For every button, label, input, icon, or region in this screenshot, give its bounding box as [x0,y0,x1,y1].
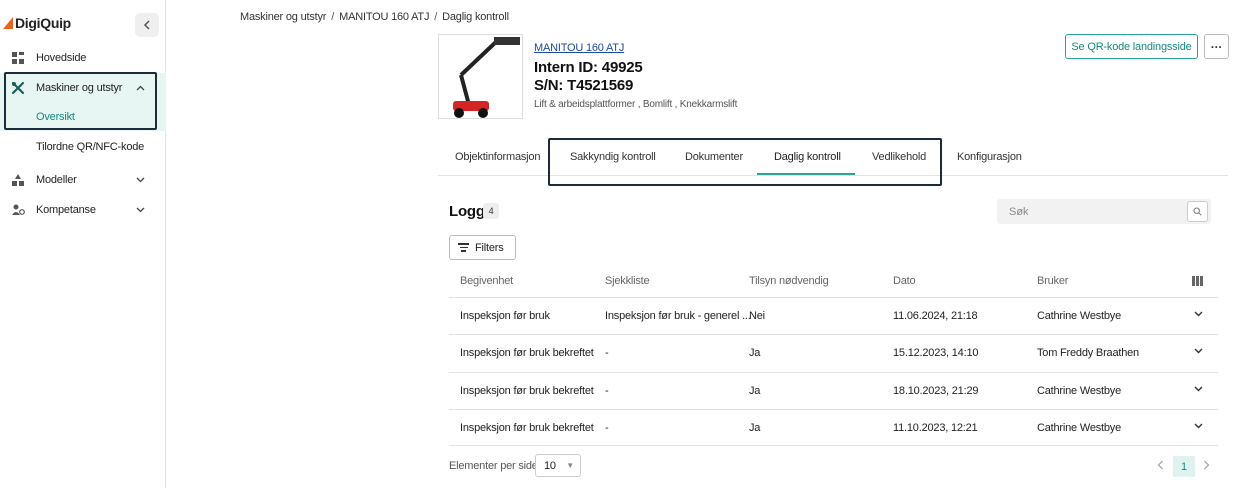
machine-category: Lift & arbeidsplattformer , Bomlift , Kn… [534,99,738,110]
log-count-badge: 4 [483,203,499,219]
next-page-button[interactable] [1203,459,1210,473]
sidebar-item-label: Modeller [36,174,77,186]
breadcrumb-item: Daglig kontroll [442,11,509,23]
cell-event: Inspeksjon før bruk bekreftet [460,385,594,397]
sidebar-item-kompetanse[interactable]: Kompetanse [0,195,166,225]
per-page-label: Elementer per side [449,460,538,472]
model-link[interactable]: MANITOU 160 ATJ [534,42,624,54]
cell-checklist: Inspeksjon før bruk - generel ... [605,310,751,322]
machine-thumbnail [438,34,523,119]
search-icon [1193,207,1202,216]
cell-needed: Ja [749,347,761,359]
people-icon [11,203,25,217]
view-qr-landing-button[interactable]: Se QR-kode landingsside [1065,34,1198,59]
cell-date: 18.10.2023, 21:29 [893,385,979,397]
table-row[interactable]: Inspeksjon før bruk bekreftet - Ja 11.10… [449,409,1218,446]
expand-row-chevron-icon[interactable] [1194,384,1203,395]
filters-button[interactable]: Filters [449,235,516,260]
cell-event: Inspeksjon før bruk bekreftet [460,422,594,434]
cell-needed: Nei [749,310,765,322]
chevron-down-icon [136,175,145,185]
serial-number: S/N: T4521569 [534,77,634,94]
filter-icon [458,242,469,253]
cell-checklist: - [605,385,609,397]
tab-objektinformasjon[interactable]: Objektinformasjon [455,151,540,175]
sidebar: DigiQuip Hovedside Maskiner og utstyr Ov… [0,0,166,488]
cell-date: 15.12.2023, 14:10 [893,347,979,359]
table-row[interactable]: Inspeksjon før bruk Inspeksjon før bruk … [449,297,1218,334]
expand-row-chevron-icon[interactable] [1194,421,1203,432]
breadcrumb-item[interactable]: MANITOU 160 ATJ [339,11,429,23]
logo-mark-icon [3,17,13,29]
chevron-down-icon [136,205,145,215]
more-options-button[interactable]: ··· [1204,34,1229,59]
search-input[interactable] [997,199,1185,224]
highlight-box-tabs [548,138,942,186]
chevron-left-icon [143,20,150,30]
cell-user: Tom Freddy Braathen [1037,347,1139,359]
search-box [997,199,1211,224]
logo-text: DigiQuip [15,15,71,31]
highlight-box-sidebar [4,72,157,130]
dropdown-arrow-icon: ▼ [566,461,574,470]
chevron-right-icon [1204,460,1210,470]
app-logo[interactable]: DigiQuip [3,15,71,31]
column-header-begivenhet[interactable]: Begivenhet [460,275,513,287]
cell-event: Inspeksjon før bruk [460,310,550,322]
table-row[interactable]: Inspeksjon før bruk bekreftet - Ja 18.10… [449,372,1218,409]
dashboard-icon [11,51,25,65]
cell-checklist: - [605,422,609,434]
filters-label: Filters [475,241,504,254]
intern-id: Intern ID: 49925 [534,59,643,76]
search-button[interactable] [1187,201,1208,222]
per-page-value: 10 [544,459,556,472]
collapse-sidebar-button[interactable] [135,13,159,37]
cell-needed: Ja [749,385,761,397]
sidebar-item-label: Hovedside [36,52,87,64]
expand-row-chevron-icon[interactable] [1194,309,1203,320]
cell-needed: Ja [749,422,761,434]
sidebar-item-label: Kompetanse [36,204,96,216]
breadcrumb-item[interactable]: Maskiner og utstyr [240,11,326,23]
sidebar-item-hovedside[interactable]: Hovedside [0,43,166,73]
sidebar-item-modeller[interactable]: Modeller [0,165,166,195]
chevron-left-icon [1157,460,1163,470]
column-header-bruker[interactable]: Bruker [1037,275,1068,287]
cell-checklist: - [605,347,609,359]
models-icon [11,173,25,187]
column-header-tilsyn[interactable]: Tilsyn nødvendig [749,275,829,287]
page-number-button[interactable]: 1 [1173,456,1195,477]
sidebar-subitem-tilordne-qr[interactable]: Tilordne QR/NFC-kode [0,133,166,161]
cell-date: 11.10.2023, 12:21 [893,422,978,434]
table-row[interactable]: Inspeksjon før bruk bekreftet - Ja 15.12… [449,334,1218,371]
column-header-dato[interactable]: Dato [893,275,916,287]
cell-user: Cathrine Westbye [1037,385,1122,397]
sidebar-item-label: Tilordne QR/NFC-kode [36,141,145,153]
cell-date: 11.06.2024, 21:18 [893,310,978,322]
breadcrumb: Maskiner og utstyr / MANITOU 160 ATJ / Dagli… [240,11,509,23]
previous-page-button[interactable] [1157,459,1164,473]
cell-user: Cathrine Westbye [1037,422,1122,434]
log-title: Logg [449,203,485,220]
per-page-select[interactable]: 10 ▼ [535,454,581,477]
column-header-sjekkliste[interactable]: Sjekkliste [605,275,650,287]
more-icon: ··· [1210,39,1223,54]
column-settings-icon[interactable] [1192,276,1203,286]
cell-user: Cathrine Westbye [1037,310,1122,322]
cell-event: Inspeksjon før bruk bekreftet [460,347,594,359]
tab-konfigurasjon[interactable]: Konfigurasjon [957,151,1022,175]
expand-row-chevron-icon[interactable] [1194,346,1203,357]
